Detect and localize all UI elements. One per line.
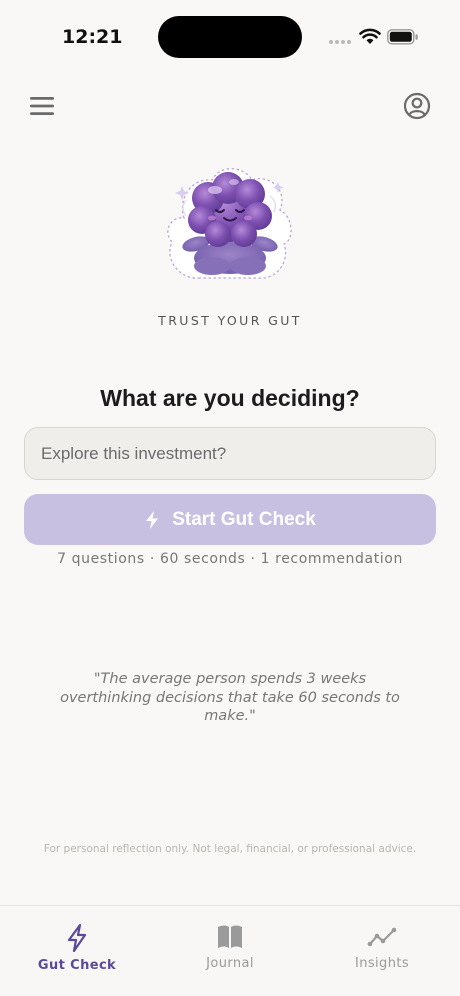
tab-gut-check[interactable]: Gut Check: [17, 924, 137, 980]
book-icon: [218, 925, 242, 948]
decision-input[interactable]: [24, 427, 436, 480]
meditating-gut-mascot-illustration: [167, 168, 292, 279]
disclaimer-text: For personal reflection only. Not legal,…: [43, 843, 417, 855]
tab-journal[interactable]: Journal: [170, 924, 290, 980]
dynamic-island: [158, 16, 302, 58]
tab-label: Journal: [206, 956, 254, 971]
check-summary-text: 7 questions · 60 seconds · 1 recommendat…: [57, 551, 403, 567]
start-button-label: Start Gut Check: [172, 508, 316, 530]
profile-button[interactable]: [403, 92, 431, 120]
menu-button[interactable]: [28, 92, 56, 120]
bolt-icon: [67, 924, 87, 952]
tab-label: Gut Check: [37, 958, 117, 973]
trend-icon: [367, 927, 397, 947]
tab-insights[interactable]: Insights: [322, 924, 442, 980]
status-bar: 12:21: [0, 0, 460, 74]
status-time: 12:21: [62, 26, 123, 48]
app-screen: 12:21 TRUST YOUR GUT What are you decidi…: [0, 0, 460, 996]
cellular-signal-icon: [329, 40, 351, 44]
page-title: What are you deciding?: [100, 385, 360, 411]
tagline: TRUST YOUR GUT: [158, 313, 302, 328]
motivational-quote: "The average person spends 3 weeks overt…: [60, 671, 400, 724]
bottom-tab-bar: Gut Check Journal Insights: [0, 905, 460, 996]
hamburger-menu-icon: [30, 97, 54, 115]
start-gut-check-button[interactable]: Start Gut Check: [24, 494, 436, 545]
tab-label: Insights: [354, 956, 410, 971]
bolt-icon: [146, 510, 159, 529]
battery-icon: [387, 29, 418, 45]
wifi-icon: [359, 28, 381, 44]
user-profile-icon: [403, 92, 431, 120]
